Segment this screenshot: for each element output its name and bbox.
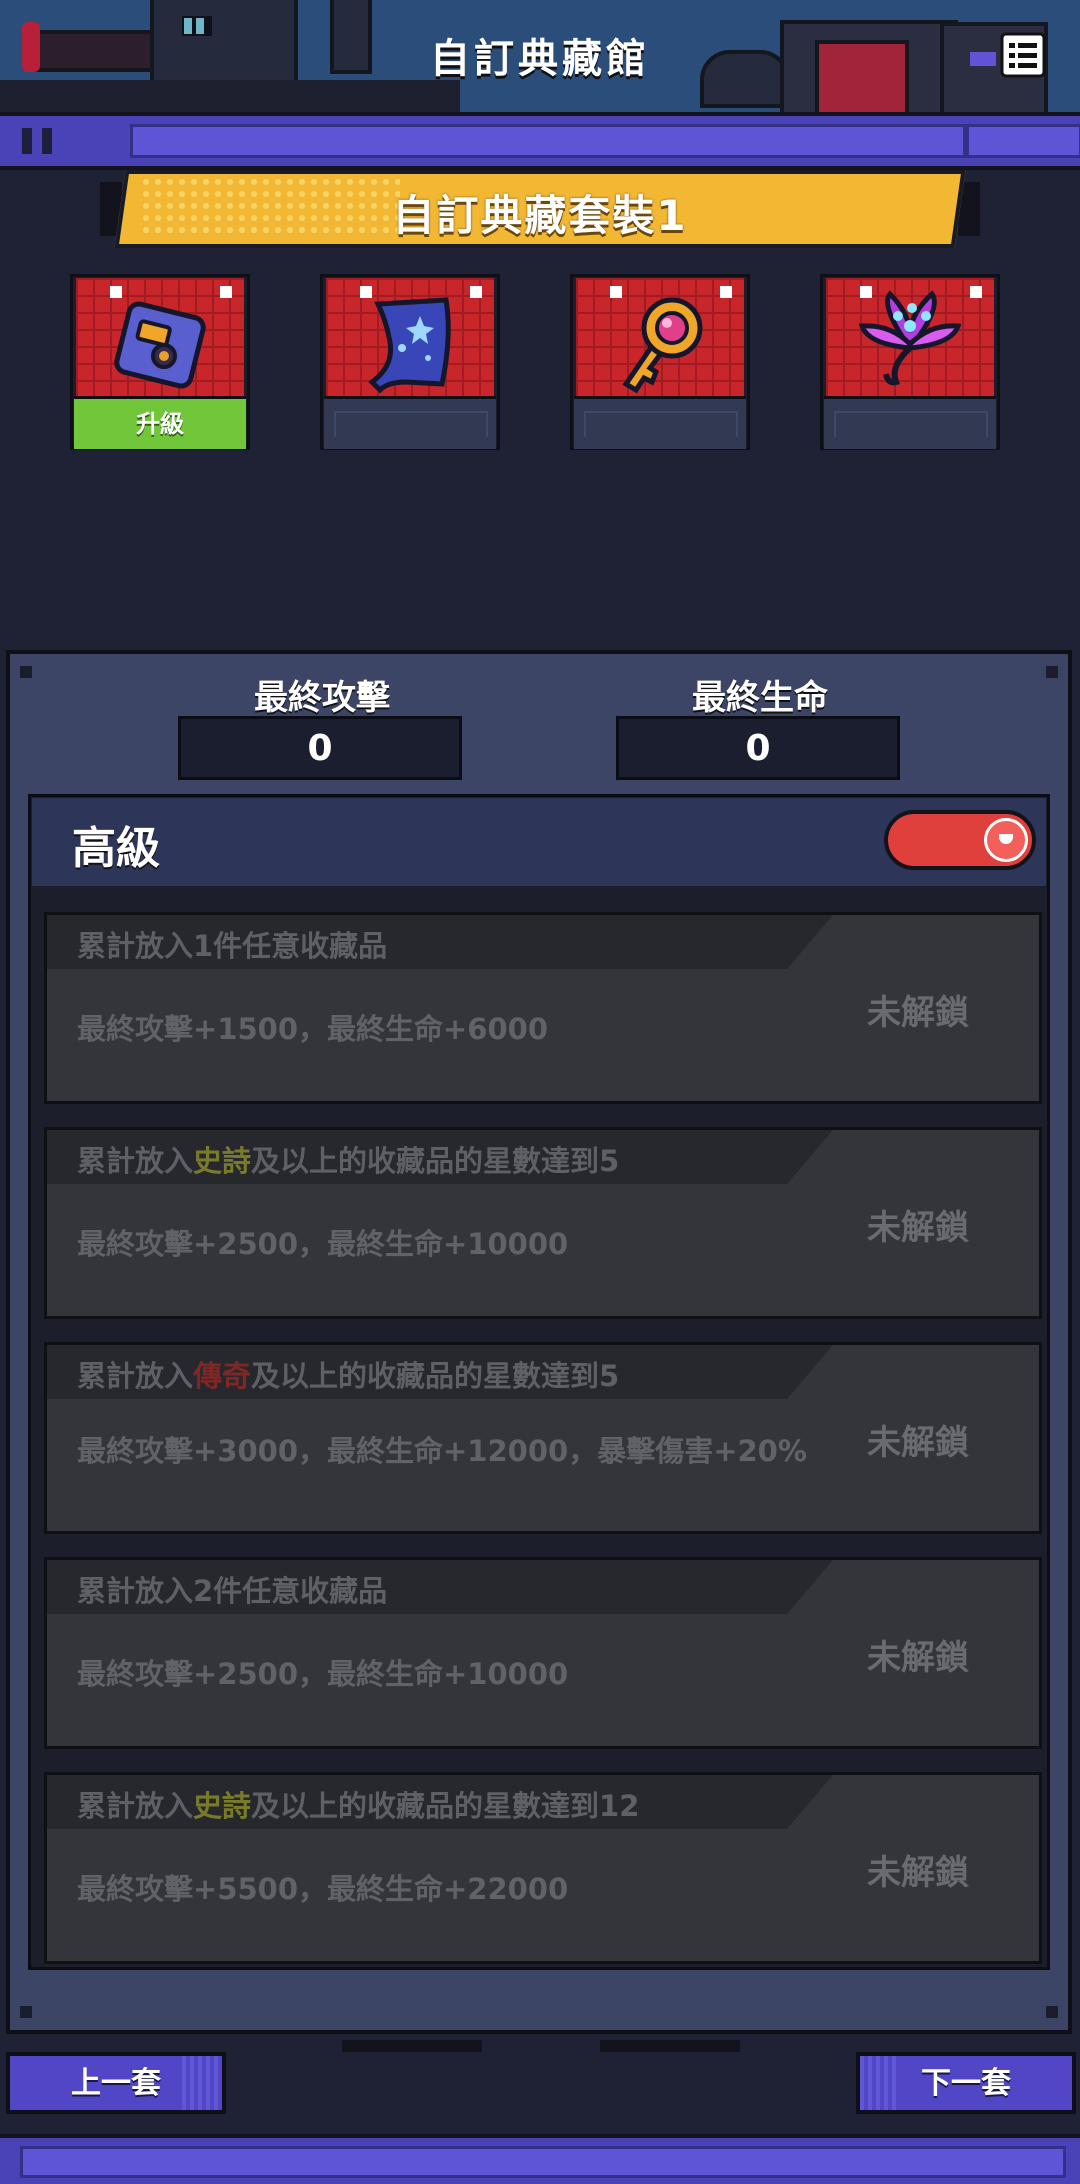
bonus-card: 累計放入史詩及以上的收藏品的星數達到5 最終攻擊+2500，最終生命+10000… [44, 1127, 1042, 1319]
panel-rivet [1046, 2006, 1058, 2018]
glowing-flower-icon [850, 286, 970, 396]
panel-rivet [20, 666, 32, 678]
bonus-status: 未解鎖 [867, 1638, 969, 1678]
list-menu-icon[interactable] [1000, 32, 1046, 78]
bonus-reward: 最終攻擊+2500，最終生命+10000 [77, 1657, 569, 1691]
bonus-card: 累計放入傳奇及以上的收藏品的星數達到5 最終攻擊+3000，最終生命+12000… [44, 1342, 1042, 1534]
collection-slot-4[interactable] [820, 274, 1000, 450]
bonus-reward: 最終攻擊+1500，最終生命+6000 [77, 1012, 549, 1046]
band-segment [130, 124, 966, 158]
sparkle-icon [720, 286, 732, 298]
bonus-card: 累計放入史詩及以上的收藏品的星數達到12 最終攻擊+5500，最終生命+2200… [44, 1772, 1042, 1964]
page-title: 自訂典藏館 [430, 36, 650, 82]
bonus-condition: 累計放入史詩及以上的收藏品的星數達到5 [77, 1144, 620, 1178]
sparkle-icon [470, 286, 482, 298]
panel-rivet [20, 2006, 32, 2018]
panel-tab-decoration [600, 2040, 740, 2052]
panel-rivet [1046, 666, 1058, 678]
upgrade-button[interactable]: 升級 [74, 396, 246, 449]
rarity-epic-text: 史詩 [193, 1789, 252, 1823]
bonus-condition: 累計放入傳奇及以上的收藏品的星數達到5 [77, 1359, 620, 1393]
bonus-card: 累計放入1件任意收藏品 最終攻擊+1500，最終生命+6000 未解鎖 [44, 912, 1042, 1104]
final-attack-label: 最終攻擊 [254, 678, 390, 718]
collection-slot-3[interactable] [570, 274, 750, 450]
set-title-ribbon: 自訂典藏套裝1 [100, 170, 980, 254]
bonus-status: 未解鎖 [867, 1853, 969, 1893]
button-stripe-decoration [860, 2056, 900, 2110]
star-cloak-icon [350, 286, 470, 396]
final-hp-label: 最終生命 [692, 678, 828, 718]
toggle-knob [984, 818, 1028, 862]
bottom-divider-band [0, 2134, 1080, 2184]
bonus-condition: 累計放入1件任意收藏品 [77, 929, 388, 963]
bonus-status: 未解鎖 [867, 1208, 969, 1248]
advanced-section-title: 高級 [72, 823, 160, 874]
bonus-card: 累計放入2件任意收藏品 最終攻擊+2500，最終生命+10000 未解鎖 [44, 1557, 1042, 1749]
button-stripe-decoration [182, 2056, 222, 2110]
sparkle-icon [220, 286, 232, 298]
panel-tab-decoration [342, 2040, 482, 2052]
bonus-condition: 累計放入史詩及以上的收藏品的星數達到12 [77, 1789, 640, 1823]
header-ground-decoration [0, 80, 460, 112]
slot-empty-base [574, 396, 746, 449]
bonus-condition: 累計放入2件任意收藏品 [77, 1574, 388, 1608]
rarity-epic-text: 史詩 [193, 1144, 252, 1178]
toggle-switch-icon[interactable] [884, 810, 1036, 870]
sparkle-icon [970, 286, 982, 298]
bonus-status: 未解鎖 [867, 1423, 969, 1463]
slot-empty-base [324, 396, 496, 449]
next-set-label: 下一套 [921, 2066, 1011, 2101]
final-attack-value: 0 [178, 716, 462, 780]
band-segment [20, 2146, 1066, 2178]
prev-set-button[interactable]: 上一套 [6, 2052, 226, 2114]
pager-device-icon [100, 286, 220, 396]
bonus-reward: 最終攻擊+5500，最終生命+22000 [77, 1872, 569, 1906]
magic-key-icon [600, 286, 720, 396]
bonus-reward: 最終攻擊+3000，最終生命+12000，暴擊傷害+20% [77, 1434, 807, 1468]
collection-slot-1[interactable]: 升級 [70, 274, 250, 450]
slot-empty-base [824, 396, 996, 449]
next-set-button[interactable]: 下一套 [856, 2052, 1076, 2114]
set-title: 自訂典藏套裝1 [392, 191, 688, 240]
rarity-legend-text: 傳奇 [193, 1359, 252, 1393]
band-segment [966, 124, 1080, 158]
collection-slot-2[interactable] [320, 274, 500, 450]
top-divider-band [0, 112, 1080, 170]
bonus-reward: 最終攻擊+2500，最終生命+10000 [77, 1227, 569, 1261]
prev-set-label: 上一套 [71, 2066, 161, 2101]
final-hp-value: 0 [616, 716, 900, 780]
bonus-status: 未解鎖 [867, 993, 969, 1033]
